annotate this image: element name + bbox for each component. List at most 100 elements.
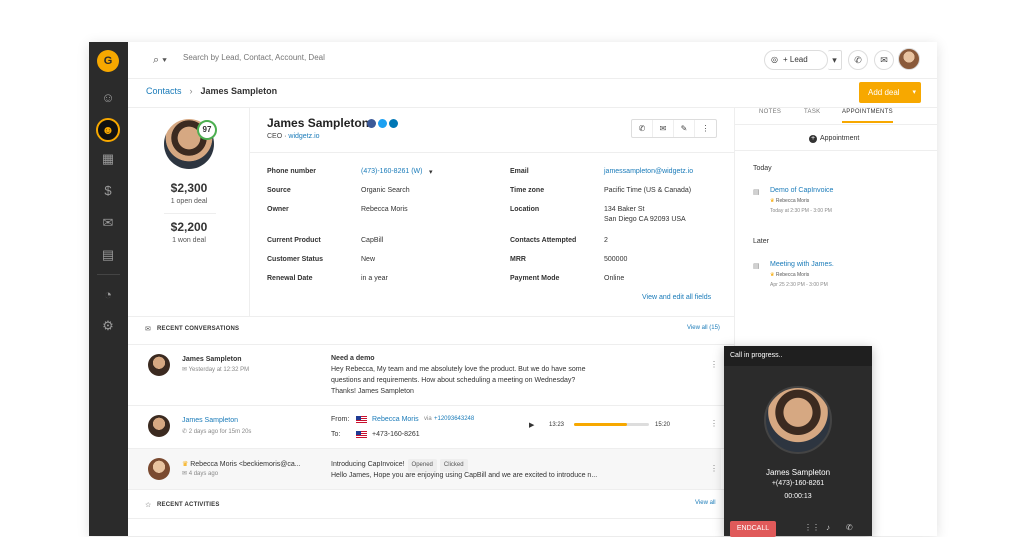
calendar-icon: ▤ (753, 263, 760, 270)
phone-icon[interactable]: ✆ (848, 50, 868, 70)
field-label: Owner (267, 206, 289, 213)
more-icon[interactable]: ⋮ (710, 419, 718, 428)
sidebar-divider (97, 274, 120, 275)
calendar-icon[interactable]: ▤ (99, 246, 117, 264)
reports-icon[interactable]: ◔ (99, 286, 117, 304)
caller-name: James Sampleton (765, 468, 831, 477)
call-duration: 00:00:13 (784, 493, 812, 500)
crown-icon: ♛ (182, 461, 191, 468)
conversation-sender-text: Rebecca Moris <beckiemoris@ca... (190, 461, 301, 468)
lead-dropdown-caret[interactable]: ▾ (828, 50, 842, 70)
more-icon[interactable]: ⋮ (695, 120, 716, 137)
conversation-subject-text: Introducing CapInvoice! (331, 461, 405, 468)
activities-view-all[interactable]: View all (695, 500, 716, 506)
owner-value: Rebecca Moris (361, 206, 408, 213)
open-deal-label[interactable]: 1 open deal (144, 198, 234, 205)
top-bar: ⌕ ▾ ◎ + Lead ▾ ✆ ✉ (128, 42, 937, 79)
breadcrumb-current: James Sampleton (200, 86, 278, 96)
attempts-value: 2 (604, 237, 608, 244)
won-deal-label[interactable]: 1 won deal (144, 237, 234, 244)
divider (128, 344, 734, 345)
tab-task[interactable]: TASK (804, 109, 820, 115)
field-label: Location (510, 206, 540, 213)
mail-small-icon: ✉ (182, 471, 189, 477)
divider (128, 405, 734, 406)
settings-icon[interactable]: ⚙ (99, 317, 117, 335)
mic-icon[interactable]: ♪ (826, 523, 830, 532)
more-icon[interactable]: ⋮ (710, 464, 718, 473)
add-lead-button[interactable]: ◎ + Lead (764, 50, 828, 70)
email-icon[interactable]: ✉ (653, 120, 674, 137)
field-label: Current Product (267, 237, 321, 244)
keypad-icon[interactable]: ⋮⋮ (804, 523, 820, 532)
tab-notes[interactable]: NOTES (759, 109, 781, 115)
event-owner: ♛ Rebecca Moris (770, 198, 809, 204)
chat-icon[interactable]: ✉ (99, 214, 117, 232)
more-icon[interactable]: ⋮ (710, 360, 718, 369)
conversation-body-line: Thanks! James Sampleton (331, 388, 414, 395)
caller-number: +(473)-160-8261 (771, 480, 825, 487)
call-from-label: From: (331, 416, 350, 423)
conversation-time: Yesterday at 12:32 PM (188, 367, 250, 373)
search-input[interactable] (183, 53, 443, 62)
edit-icon[interactable]: ✎ (674, 120, 695, 137)
user-avatar[interactable] (898, 48, 920, 70)
sidebar: G ☺ ☻ ▦ $ ✉ ▤ ◔ ⚙ (89, 42, 128, 536)
search-icon[interactable]: ⌕ ▾ (153, 54, 167, 67)
star-icon: ☆ (145, 502, 152, 509)
call-icon[interactable]: ✆ (632, 120, 653, 137)
location-line1: 134 Baker St (604, 206, 645, 213)
conversations-title: RECENT CONVERSATIONS (157, 326, 240, 332)
app-logo[interactable]: G (97, 50, 119, 72)
plus-icon: + (809, 135, 817, 143)
contact-company[interactable]: widgetz.io (288, 133, 319, 140)
dollar-icon[interactable]: $ (99, 182, 117, 200)
mail-small-icon: ✉ (182, 367, 189, 373)
contacts-icon[interactable]: ☺ (99, 89, 117, 107)
timezone-value: Pacific Time (US & Canada) (604, 187, 692, 194)
breadcrumb-contacts[interactable]: Contacts (146, 86, 182, 96)
call-popup: Call in progress.. James Sampleton +(473… (724, 346, 872, 537)
transfer-icon[interactable]: ✆ (846, 523, 853, 532)
conversations-view-all[interactable]: View all (15) (687, 325, 720, 331)
add-deal-label: Add deal (868, 88, 900, 97)
contact-name: James Sampleton (267, 116, 370, 130)
end-call-button[interactable]: ENDCALL (730, 521, 776, 537)
view-edit-fields-link[interactable]: View and edit all fields (642, 294, 711, 301)
building-icon[interactable]: ▦ (99, 150, 117, 168)
us-flag-icon (356, 431, 367, 438)
contact-role: CEO (267, 133, 283, 140)
add-deal-button[interactable]: Add deal ▾ (859, 82, 921, 103)
event-title[interactable]: Demo of CapInvoice (770, 187, 833, 194)
open-deal-amount: $2,300 (170, 181, 208, 195)
location-line2: San Diego CA 92093 USA (604, 216, 686, 223)
breadcrumb: Contacts › James Sampleton (146, 86, 277, 96)
field-label: Time zone (510, 187, 545, 194)
avatar (148, 354, 170, 376)
call-from-name[interactable]: Rebecca Moris (372, 414, 419, 425)
recording-progress[interactable] (574, 423, 649, 426)
linkedin-icon[interactable] (389, 119, 398, 128)
user-icon[interactable]: ☻ (96, 118, 120, 142)
contact-title: CEO · widgetz.io (267, 133, 320, 140)
play-icon[interactable]: ▶ (529, 421, 534, 429)
phone-value[interactable]: (473)-160-8261 (W) (361, 168, 422, 175)
divider (128, 489, 734, 490)
call-from-number[interactable]: +12093643248 (434, 414, 474, 425)
phone-dropdown-icon[interactable]: ▾ (429, 168, 433, 176)
field-label: Customer Status (267, 256, 324, 263)
add-appointment-button[interactable]: + Appointment (809, 135, 859, 143)
mail-icon[interactable]: ✉ (874, 50, 894, 70)
product-value: CapBill (361, 237, 384, 244)
tab-appointments[interactable]: APPOINTMENTS (842, 109, 893, 123)
email-value[interactable]: jamessampleton@widgetz.io (604, 168, 693, 175)
twitter-icon[interactable] (378, 119, 387, 128)
avatar (148, 458, 170, 480)
divider (734, 150, 937, 151)
chevron-down-icon[interactable]: ▾ (912, 82, 916, 103)
conversation-sender[interactable]: James Sampleton (182, 417, 238, 424)
facebook-icon[interactable] (367, 119, 376, 128)
divider (164, 213, 216, 214)
event-title[interactable]: Meeting with James. (770, 261, 834, 268)
conversation-time: 2 days ago for 15m 20s (188, 429, 252, 435)
